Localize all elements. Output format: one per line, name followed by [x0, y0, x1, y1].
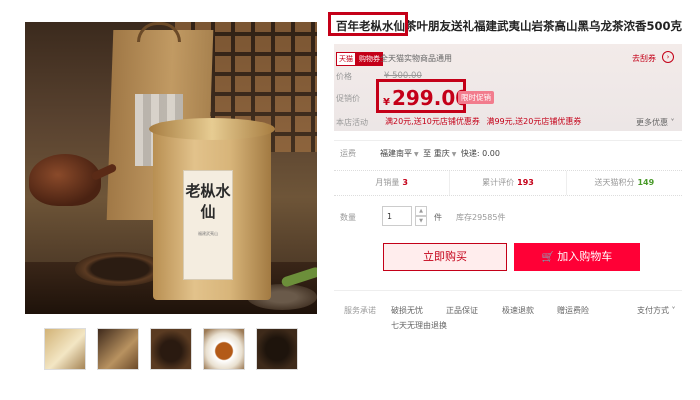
guarantee-2[interactable]: 正品保证 — [446, 305, 478, 316]
coupon-note: 全天猫实物商品通用 — [380, 54, 452, 63]
stat-value: 3 — [402, 178, 408, 187]
quantity-unit: 件 — [434, 213, 442, 222]
tea-leaf-plate — [75, 252, 165, 286]
divider — [334, 140, 682, 141]
stat-points: 送天猫积分 149 — [567, 171, 682, 195]
stat-reviews[interactable]: 累计评价 193 — [450, 171, 567, 195]
more-offers-label: 更多优惠 — [636, 118, 668, 127]
promo-price-label: 促销价 — [336, 94, 360, 103]
thumbnail-strip — [44, 328, 298, 370]
ship-from: 福建南平 — [380, 149, 412, 158]
stat-value: 193 — [517, 178, 534, 187]
chevron-right-icon[interactable]: › — [662, 51, 674, 63]
ship-to[interactable]: 至 重庆 — [423, 149, 450, 158]
price-label: 价格 — [336, 72, 352, 81]
store-activity-label: 本店活动 — [336, 118, 368, 127]
clay-teapot — [29, 154, 101, 206]
add-to-cart-button[interactable]: 🛒 加入购物车 — [514, 243, 640, 271]
stat-label: 累计评价 — [482, 178, 515, 187]
guarantee-1[interactable]: 破损无忧 — [391, 305, 423, 316]
chevron-down-icon: ˅ — [670, 118, 675, 127]
badge-part2: 购物券 — [356, 52, 383, 66]
scratch-coupon-link[interactable]: 去刮券 — [632, 53, 656, 64]
more-offers-link[interactable]: 更多优惠 ˅ — [636, 117, 675, 128]
stat-label: 送天猫积分 — [594, 178, 635, 187]
divider — [334, 290, 682, 291]
canister-label-text: 老枞水仙 — [185, 182, 231, 221]
payment-methods-link[interactable]: 支付方式 ˅ — [637, 305, 676, 316]
thumbnail-1[interactable] — [44, 328, 86, 370]
thumbnail-2[interactable] — [97, 328, 139, 370]
cart-icon: 🛒 — [541, 252, 555, 263]
canister-label-small: 福建武夷山 — [198, 231, 218, 236]
stat-label: 月销量 — [375, 178, 400, 187]
stock-count: 库存29585件 — [456, 213, 506, 222]
payment-label: 支付方式 — [637, 306, 669, 315]
main-product-image: 老枞水仙 福建武夷山 — [25, 22, 317, 314]
thumbnail-4[interactable] — [203, 328, 245, 370]
canister-lid — [149, 118, 275, 140]
canister-label: 老枞水仙 福建武夷山 — [183, 170, 233, 280]
thumbnail-3[interactable] — [150, 328, 192, 370]
tmall-coupon-badge: 天猫 购物券 — [336, 52, 383, 66]
shipping-route: 福建南平 ▼ 至 重庆 ▼ 快递: 0.00 — [380, 148, 500, 159]
badge-part1: 天猫 — [336, 52, 356, 66]
guarantee-3[interactable]: 极速退款 — [502, 305, 534, 316]
store-coupon-1[interactable]: 满20元,送10元店铺优惠券 — [385, 117, 480, 126]
stat-monthly-sales: 月销量 3 — [334, 171, 451, 195]
return-policy[interactable]: 七天无理由退换 — [391, 320, 447, 331]
chevron-down-icon: ▼ — [414, 151, 419, 158]
quantity-stepper: ▲ ▼ — [415, 206, 427, 226]
quantity-label: 数量 — [340, 213, 356, 222]
shipping-label: 运费 — [340, 149, 356, 158]
quantity-input[interactable] — [382, 206, 412, 226]
store-coupon-2[interactable]: 满99元,送20元店铺优惠券 — [486, 117, 581, 126]
chevron-down-icon[interactable]: ▼ — [452, 151, 457, 158]
ship-method: 快递: 0.00 — [460, 149, 500, 158]
title-highlight-box — [328, 12, 408, 36]
stat-value: 149 — [637, 178, 655, 187]
chevron-down-icon: ˅ — [671, 306, 676, 315]
guarantee-label: 服务承诺 — [344, 306, 376, 315]
store-coupons: 满20元,送10元店铺优惠券 满99元,送20元店铺优惠券 — [385, 116, 585, 127]
buy-now-button[interactable]: 立即购买 — [383, 243, 507, 271]
sales-stats: 月销量 3 累计评价 193 送天猫积分 149 — [334, 170, 682, 196]
price-highlight-box — [376, 79, 466, 113]
add-to-cart-label: 加入购物车 — [557, 250, 613, 263]
decrement-icon[interactable]: ▼ — [415, 216, 427, 226]
promo-tag: 限时促销 — [458, 91, 494, 104]
increment-icon[interactable]: ▲ — [415, 206, 427, 216]
guarantee-4[interactable]: 赠运费险 — [557, 305, 589, 316]
thumbnail-5[interactable] — [256, 328, 298, 370]
